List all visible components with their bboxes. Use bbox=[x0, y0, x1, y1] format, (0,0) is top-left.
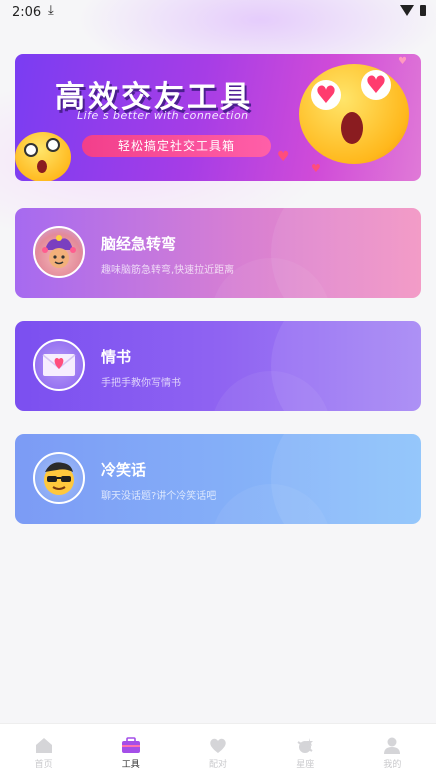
toolbox-icon bbox=[121, 737, 141, 754]
tab-match[interactable]: 配对 bbox=[174, 724, 261, 777]
floating-heart-icon: ♥ bbox=[277, 149, 290, 165]
tab-home[interactable]: 首页 bbox=[0, 724, 87, 777]
cool-sunglasses-emoji-icon bbox=[33, 452, 85, 504]
banner-pill-button[interactable]: 轻松搞定社交工具箱 bbox=[82, 135, 271, 157]
home-icon bbox=[34, 737, 54, 754]
profile-icon bbox=[382, 737, 402, 754]
tab-profile[interactable]: 我的 bbox=[349, 724, 436, 777]
status-bar: 2:06 ⤓ bbox=[0, 0, 436, 26]
heart-eyes-emoji-icon: ♥ ♥ bbox=[299, 64, 409, 164]
tab-label: 工具 bbox=[121, 760, 140, 770]
surprised-emoji-icon bbox=[15, 132, 71, 181]
banner-tagline: Life s better with connection bbox=[77, 109, 249, 122]
constellation-icon bbox=[295, 737, 315, 754]
wifi-icon bbox=[400, 5, 414, 16]
tab-label: 星座 bbox=[296, 760, 315, 770]
heart-match-icon bbox=[208, 737, 228, 754]
battery-icon bbox=[420, 5, 426, 16]
tab-label: 首页 bbox=[34, 760, 53, 770]
bottom-tab-bar: 首页 工具 配对 星座 我的 bbox=[0, 723, 436, 777]
tool-card-cold-joke[interactable]: 冷笑话 聊天没话题?讲个冷笑话吧 bbox=[15, 434, 421, 524]
tab-constellation[interactable]: 星座 bbox=[262, 724, 349, 777]
download-arrow-icon: ⤓ bbox=[48, 3, 54, 18]
tool-card-description: 趣味脑筋急转弯,快速拉近距离 bbox=[101, 265, 235, 276]
tool-card-brain-teaser[interactable]: 脑经急转弯 趣味脑筋急转弯,快速拉近距离 bbox=[15, 208, 421, 298]
tool-card-description: 手把手教你写情书 bbox=[101, 378, 181, 389]
tab-tools[interactable]: 工具 bbox=[87, 724, 174, 777]
jester-hat-emoji-icon bbox=[33, 226, 85, 278]
tool-card-title: 脑经急转弯 bbox=[101, 235, 177, 253]
status-time: 2:06 bbox=[12, 5, 42, 20]
floating-heart-icon: ♥ bbox=[311, 162, 321, 175]
promo-banner[interactable]: 高效交友工具 Life s better with connection 轻松搞… bbox=[15, 54, 421, 181]
tool-card-love-letter[interactable]: 情书 手把手教你写情书 bbox=[15, 321, 421, 411]
tool-card-description: 聊天没话题?讲个冷笑话吧 bbox=[101, 491, 217, 502]
tab-label: 我的 bbox=[383, 760, 402, 770]
tool-card-title: 冷笑话 bbox=[101, 461, 147, 479]
floating-heart-icon: ♥ bbox=[398, 56, 407, 67]
tool-card-title: 情书 bbox=[101, 348, 132, 366]
tab-label: 配对 bbox=[209, 760, 228, 770]
love-letter-icon bbox=[33, 339, 85, 391]
